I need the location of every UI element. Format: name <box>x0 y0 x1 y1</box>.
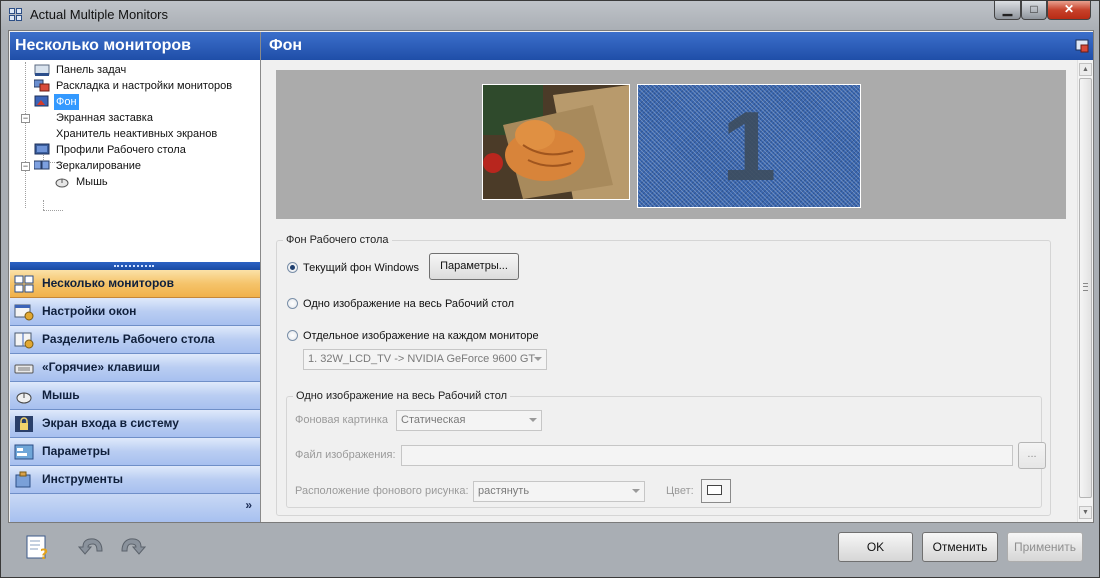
chevron-down-icon <box>529 418 537 422</box>
content-area: 1 Фон Рабочего стола Текущий фон Windows… <box>261 60 1075 522</box>
parameters-icon <box>14 443 34 461</box>
radio-indicator <box>287 330 298 341</box>
maximize-button[interactable]: □ <box>1021 1 1047 20</box>
help-icon[interactable]: ? <box>24 533 52 563</box>
nav-mouse[interactable]: Мышь <box>10 382 260 410</box>
ok-button[interactable]: OK <box>838 532 913 562</box>
nav-hotkeys[interactable]: «Горячие» клавиши <box>10 354 260 382</box>
mouse-icon <box>14 387 34 405</box>
monitors-layout-icon <box>33 79 50 93</box>
background-icon <box>34 95 50 109</box>
page-title: Фон <box>261 32 1093 60</box>
redo-icon[interactable] <box>118 533 147 561</box>
nav-desktop-divider[interactable]: Разделитель Рабочего стола <box>10 326 260 354</box>
client-area: Несколько мониторов Панель задач Расклад… <box>8 30 1094 523</box>
chevron-down-icon <box>632 489 640 493</box>
right-pane: Фон 1 Фон Рабочего стола Текущий фон Win… <box>261 32 1093 522</box>
vertical-scrollbar[interactable]: ▲ ▼ <box>1077 60 1093 522</box>
nav-expand-chevron[interactable]: » <box>245 498 252 512</box>
taskbar-icon <box>34 63 50 77</box>
monitor-preview: 1 <box>276 70 1066 219</box>
scroll-thumb[interactable] <box>1079 78 1092 498</box>
lock-icon <box>14 415 34 433</box>
cancel-button[interactable]: Отменить <box>922 532 998 562</box>
app-window: Actual Multiple Monitors ▁ □ ✕ Несколько… <box>0 0 1100 578</box>
app-icon <box>9 8 23 22</box>
nav-footer: » <box>10 494 260 522</box>
minimize-button[interactable]: ▁ <box>994 1 1021 20</box>
nav-list: Несколько мониторов Настройки окон Разде… <box>10 270 260 494</box>
left-pane-header: Несколько мониторов <box>10 32 260 60</box>
color-label: Цвет: <box>666 485 694 497</box>
color-picker-button[interactable] <box>701 479 731 503</box>
image-file-label: Файл изображения: <box>295 449 396 461</box>
nav-window-settings[interactable]: Настройки окон <box>10 298 260 326</box>
tools-icon <box>14 471 34 489</box>
multi-monitor-icon <box>14 275 34 293</box>
window-title: Actual Multiple Monitors <box>30 7 168 22</box>
pane-splitter[interactable] <box>10 262 260 270</box>
nav-multiple-monitors[interactable]: Несколько мониторов <box>10 270 260 298</box>
cat-wallpaper-image <box>483 85 629 199</box>
context-help-icon[interactable] <box>1075 39 1089 53</box>
undo-icon[interactable] <box>77 533 106 561</box>
apply-button[interactable]: Применить <box>1007 532 1083 562</box>
monitor-2-thumbnail[interactable] <box>482 84 630 200</box>
scroll-up-arrow-icon[interactable]: ▲ <box>1079 63 1092 76</box>
bg-picture-label: Фоновая картинка <box>295 414 389 426</box>
browse-button[interactable]: ... <box>1018 442 1046 469</box>
single-image-group-title: Одно изображение на весь Рабочий стол <box>293 390 510 402</box>
parameters-button[interactable]: Параметры... <box>429 253 519 280</box>
radio-indicator <box>287 298 298 309</box>
nav-login-screen[interactable]: Экран входа в систему <box>10 410 260 438</box>
bg-picture-select[interactable]: Статическая <box>396 410 542 431</box>
svg-text:?: ? <box>40 547 48 561</box>
nav-parameters[interactable]: Параметры <box>10 438 260 466</box>
desktop-background-group-title: Фон Рабочего стола <box>283 234 392 246</box>
desktop-divider-icon <box>14 331 34 349</box>
settings-tree: Панель задач Раскладка и настройки монит… <box>10 60 260 261</box>
scroll-down-arrow-icon[interactable]: ▼ <box>1079 506 1092 519</box>
chevron-down-icon <box>534 357 542 361</box>
keyboard-icon <box>14 359 34 377</box>
position-select[interactable]: растянуть <box>473 481 645 502</box>
monitor-number: 1 <box>721 91 777 201</box>
monitor-select[interactable]: 1. 32W_LCD_TV -> NVIDIA GeForce 9600 GT <box>303 349 547 370</box>
dialog-footer: ? OK Отменить Применить <box>1 523 1099 577</box>
window-settings-icon <box>14 303 34 321</box>
tree-expander-screensaver[interactable]: − <box>21 114 30 123</box>
tree-expander-mirroring[interactable]: − <box>21 162 30 171</box>
nav-tools[interactable]: Инструменты <box>10 466 260 494</box>
close-button[interactable]: ✕ <box>1047 1 1091 20</box>
mouse-icon <box>54 175 70 189</box>
mirroring-icon <box>33 159 50 173</box>
title-bar[interactable]: Actual Multiple Monitors ▁ □ ✕ <box>1 1 1099 29</box>
radio-indicator <box>287 262 298 273</box>
monitor-1-thumbnail[interactable]: 1 <box>637 84 861 208</box>
desktop-profiles-icon <box>34 143 50 157</box>
position-label: Расположение фонового рисунка: <box>295 485 469 497</box>
left-pane: Несколько мониторов Панель задач Расклад… <box>10 32 261 522</box>
image-file-field[interactable] <box>401 445 1013 466</box>
